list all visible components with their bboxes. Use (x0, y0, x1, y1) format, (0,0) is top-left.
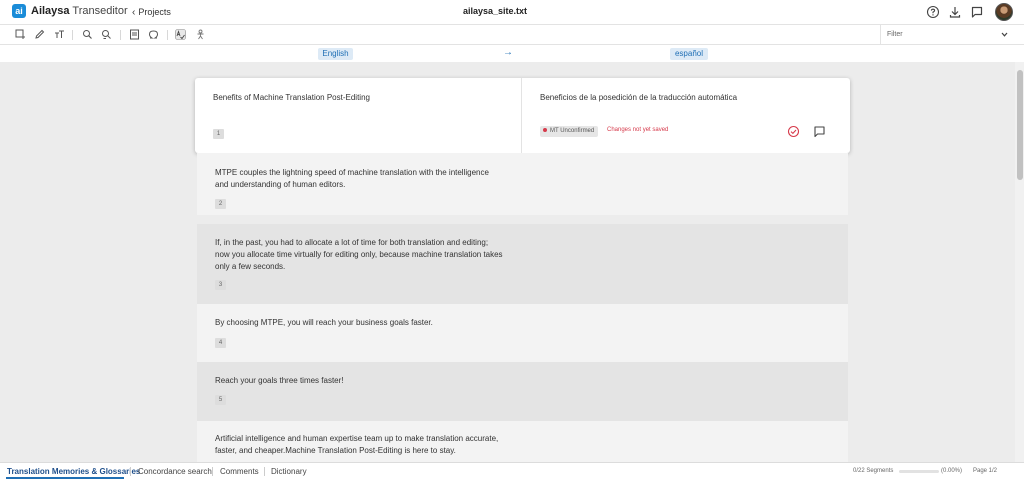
segment-line: MTPE couples the lightning speed of mach… (215, 168, 489, 177)
status-dot-icon (543, 127, 547, 132)
filter-dropdown[interactable]: Filter (880, 25, 1013, 45)
segment-line: Reach your goals three times faster! (215, 376, 344, 385)
progress-bar (899, 470, 939, 473)
projects-label: Projects (138, 7, 171, 17)
comment-icon[interactable] (970, 5, 984, 19)
segment-line: faster, and cheaper.Machine Translation … (215, 446, 456, 455)
filter-label: Filter (887, 31, 903, 38)
chevron-down-icon (1001, 32, 1008, 37)
search-replace-icon[interactable] (101, 29, 112, 40)
page-indicator: Page 1/2 (973, 468, 998, 474)
chevron-left-icon: ‹ (132, 7, 136, 18)
segment-number: 5 (215, 395, 226, 405)
editor-toolbar: Filter (0, 24, 1024, 45)
person-icon[interactable] (195, 29, 206, 40)
tab-translation-memories[interactable]: Translation Memories & Glossaries (7, 467, 140, 476)
segment-source-text: Reach your goals three times faster! (215, 375, 515, 387)
progress-percent: (0.00%) (941, 468, 963, 474)
segment-number: 4 (215, 338, 226, 348)
product-name: Transeditor (72, 5, 128, 17)
segment-row[interactable]: MTPE couples the lightning speed of mach… (197, 153, 848, 215)
avatar[interactable] (995, 3, 1013, 21)
segment-row[interactable]: Reach your goals three times faster! 5 (197, 362, 848, 421)
text-size-icon[interactable] (54, 29, 65, 40)
search-icon[interactable] (82, 29, 93, 40)
arrow-right-icon: → (503, 47, 513, 58)
scrollbar-thumb[interactable] (1017, 70, 1023, 180)
unsaved-changes-note: Changes not yet saved (607, 127, 669, 133)
language-bar: English → español (0, 45, 1024, 62)
omega-special-chars-icon[interactable] (148, 29, 159, 40)
segment-row[interactable]: Artificial intelligence and human expert… (197, 421, 848, 462)
bottom-panel-tabs: Translation Memories & Glossaries Concor… (0, 462, 1024, 479)
segment-number: 1 (213, 129, 224, 139)
tab-divider (212, 467, 213, 476)
segment-line: If, in the past, you had to allocate a l… (215, 238, 489, 247)
help-circle-icon[interactable] (926, 5, 940, 19)
source-language-chip: English (318, 48, 353, 60)
toolbar-divider (72, 30, 73, 40)
segment-row[interactable]: By choosing MTPE, you will reach your bu… (197, 304, 848, 362)
segment-divider (521, 78, 522, 153)
segments-count: 0/22 Segments (853, 468, 894, 474)
status-label: MT Unconfirmed (550, 128, 595, 134)
segment-line: and understanding of human editors. (215, 180, 346, 189)
tab-divider (264, 467, 265, 476)
segment-editor: Benefits of Machine Translation Post-Edi… (0, 62, 1015, 462)
segment-comment-icon[interactable] (813, 125, 826, 138)
tab-comments[interactable]: Comments (220, 467, 259, 476)
ailaysa-logo[interactable]: ai (12, 4, 26, 18)
toolbar-divider (120, 30, 121, 40)
confirm-check-icon[interactable] (787, 125, 800, 138)
status-badge: MT Unconfirmed (540, 126, 599, 137)
preview-icon[interactable] (129, 29, 140, 40)
active-segment[interactable]: Benefits of Machine Translation Post-Edi… (195, 78, 850, 153)
brand: Ailaysa Transeditor (31, 5, 128, 18)
segment-source-text: By choosing MTPE, you will reach your bu… (215, 317, 515, 329)
segment-line: now you allocate time virtually for edit… (215, 250, 503, 259)
back-to-projects-link[interactable]: ‹ Projects (132, 7, 171, 18)
segment-line: only a few seconds. (215, 262, 286, 271)
add-segment-icon[interactable] (15, 29, 26, 40)
target-language-chip: español (670, 48, 708, 60)
segment-line: By choosing MTPE, you will reach your bu… (215, 318, 433, 327)
toolbar-divider (167, 30, 168, 40)
segment-source-text: MTPE couples the lightning speed of mach… (215, 167, 515, 191)
tab-divider (130, 467, 131, 476)
segment-number: 3 (215, 280, 226, 290)
top-header: ai Ailaysa Transeditor ‹ Projects ailaysa… (0, 0, 1024, 24)
segment-source-text: Benefits of Machine Translation Post-Edi… (213, 93, 370, 102)
download-icon[interactable] (948, 5, 962, 19)
tab-dictionary[interactable]: Dictionary (271, 467, 307, 476)
tab-concordance-search[interactable]: Concordance search (138, 467, 212, 476)
segment-target-input[interactable]: Beneficios de la posedición de la traduc… (540, 93, 737, 102)
edit-icon[interactable] (34, 29, 45, 40)
segment-row[interactable]: If, in the past, you had to allocate a l… (197, 224, 848, 304)
spellcheck-icon[interactable] (175, 29, 186, 40)
segment-number: 2 (215, 199, 226, 209)
file-title: ailaysa_site.txt (462, 6, 528, 16)
segment-line: Artificial intelligence and human expert… (215, 434, 499, 443)
brand-name: Ailaysa (31, 5, 70, 17)
segment-source-text: If, in the past, you had to allocate a l… (215, 237, 535, 273)
segment-source-text: Artificial intelligence and human expert… (215, 433, 525, 457)
